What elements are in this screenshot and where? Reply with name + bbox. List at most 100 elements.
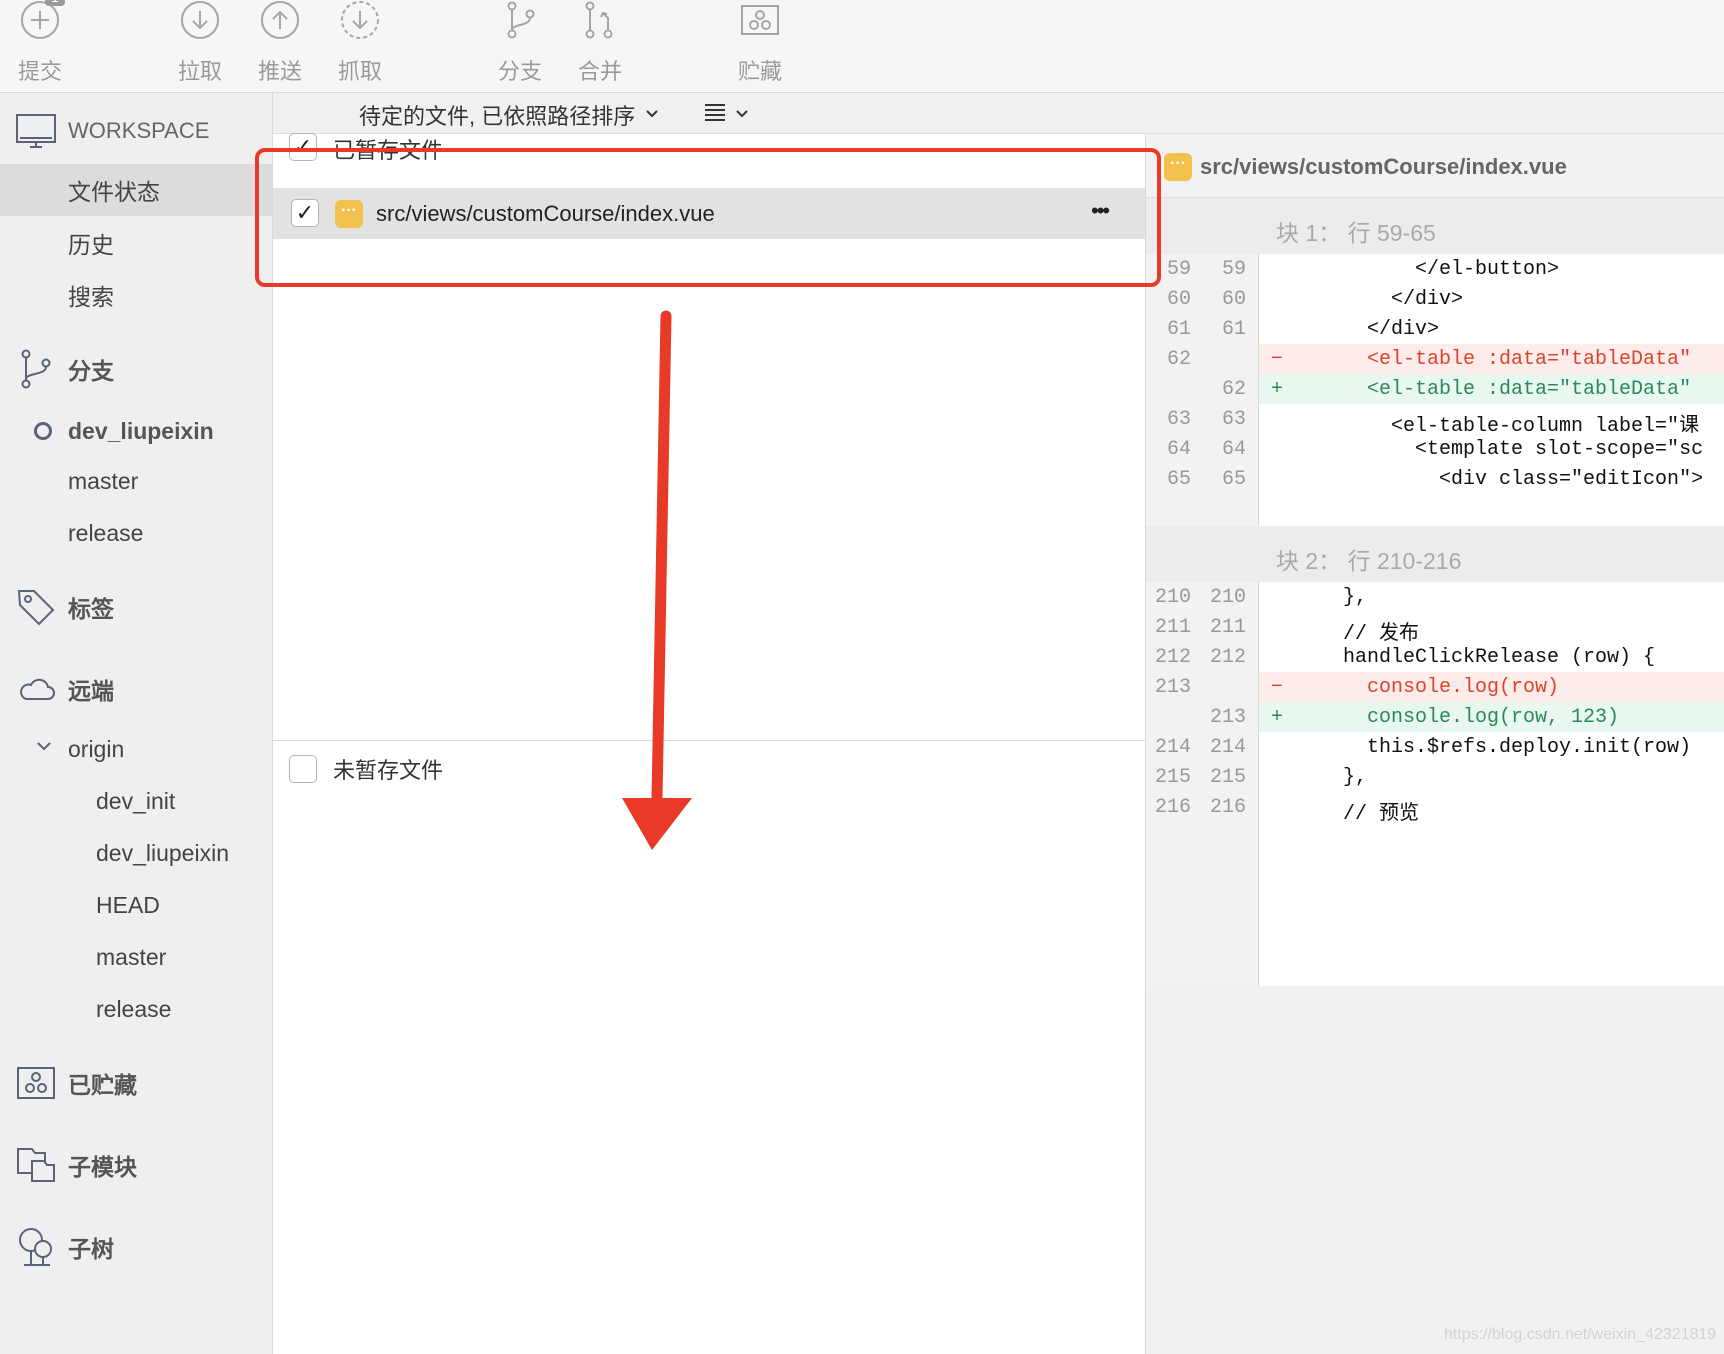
diff-code-cell: },: [1259, 582, 1724, 612]
fetch-button[interactable]: 抓取: [320, 0, 400, 86]
branch-label: 分支: [497, 59, 542, 84]
diff-line: 59 59 </el-button>: [1146, 254, 1724, 284]
diff-code-text: </el-button>: [1295, 258, 1560, 281]
hunk-spacer: [1259, 822, 1724, 986]
diff-code-text: this.$refs.deploy.init(row): [1295, 736, 1692, 759]
sidebar-item-branch-release[interactable]: release: [0, 509, 272, 557]
new-line-number: 210: [1209, 586, 1246, 609]
new-line-number: 213: [1209, 706, 1246, 729]
sidebar-item-label: master: [68, 467, 139, 494]
diff-code-cell: </el-button>: [1259, 254, 1724, 284]
diff-marker: +: [1271, 378, 1284, 401]
diff-code-text: </div>: [1295, 288, 1464, 311]
diff-line: 65 65 <div class="editIcon">: [1146, 464, 1724, 494]
push-button[interactable]: 推送: [240, 0, 320, 86]
new-line-number: 60: [1221, 288, 1246, 311]
sidebar-item-history[interactable]: 历史: [0, 219, 272, 267]
sidebar-workspace-label: WORKSPACE: [68, 118, 210, 143]
diff-code-text: },: [1295, 586, 1368, 609]
sidebar-item-file-status[interactable]: 文件状态: [0, 164, 272, 216]
unstaged-header-label: 未暂存文件: [333, 758, 444, 783]
diff-marker: −: [1271, 348, 1284, 371]
stash-button[interactable]: 贮藏: [720, 0, 800, 86]
sort-label: 待定的文件, 已依照路径排序: [359, 104, 636, 129]
unstaged-header[interactable]: 未暂存文件: [289, 754, 443, 784]
sidebar-stashes-section[interactable]: 已贮藏: [0, 1059, 272, 1107]
commit-button[interactable]: 1 提交: [0, 0, 80, 86]
sidebar-item-origin[interactable]: origin: [0, 725, 272, 773]
hunk-spacer: [1259, 494, 1724, 526]
unstaged-checkbox[interactable]: [289, 755, 317, 783]
sidebar-item-label: release: [96, 995, 172, 1022]
sidebar-item-remote-branch[interactable]: release: [0, 985, 272, 1033]
sidebar-item-label: dev_liupeixin: [96, 839, 229, 866]
diff-line: 64 64 <template slot-scope="sc: [1146, 434, 1724, 464]
diff-code-cell: </div>: [1259, 284, 1724, 314]
modified-file-icon: ···: [1164, 153, 1192, 181]
pull-button[interactable]: 拉取: [160, 0, 240, 86]
cloud-icon: [16, 669, 56, 709]
sidebar-submodules-label: 子模块: [68, 1154, 137, 1180]
submodule-icon: [16, 1145, 56, 1185]
sidebar-item-remote-branch[interactable]: master: [0, 933, 272, 981]
sidebar-branches-section[interactable]: 分支: [0, 345, 272, 393]
diff-line: 213 + console.log(row, 123): [1146, 702, 1724, 732]
sidebar-item-remote-branch[interactable]: dev_liupeixin: [0, 829, 272, 877]
sidebar-branches-label: 分支: [68, 358, 114, 384]
diff-code-cell: <el-table-column label="课: [1259, 404, 1724, 434]
chevron-down-icon: [645, 106, 659, 124]
sort-dropdown[interactable]: 待定的文件, 已依照路径排序: [359, 99, 659, 131]
diff-line: 211 211 // 发布: [1146, 612, 1724, 642]
diff-marker: +: [1271, 706, 1284, 729]
diff-line: 212 212 handleClickRelease (row) {: [1146, 642, 1724, 672]
new-line-number: 211: [1209, 616, 1246, 639]
sidebar-item-label: 搜索: [68, 284, 114, 310]
diff-code-cell: // 发布: [1259, 612, 1724, 642]
sidebar-remotes-section[interactable]: 远端: [0, 665, 272, 713]
old-line-number: 64: [1166, 438, 1191, 461]
toolbar: 1 提交 拉取 推送 抓取 分支 合并 贮藏: [0, 0, 1724, 93]
diff-code-text: </div>: [1295, 318, 1440, 341]
sidebar-item-current-branch[interactable]: dev_liupeixin: [0, 407, 272, 455]
sidebar-item-label: 文件状态: [68, 179, 160, 205]
new-line-number: 63: [1221, 408, 1246, 431]
tag-icon: [16, 587, 56, 627]
sidebar-workspace[interactable]: WORKSPACE: [0, 107, 272, 155]
diff-code-text: handleClickRelease (row) {: [1295, 646, 1656, 669]
diff-line: 214 214 this.$refs.deploy.init(row): [1146, 732, 1724, 762]
sidebar-tags-section[interactable]: 标签: [0, 583, 272, 631]
sidebar-item-remote-branch[interactable]: HEAD: [0, 881, 272, 929]
diff-code-cell: − console.log(row): [1259, 672, 1724, 702]
old-line-number: 214: [1154, 736, 1191, 759]
sidebar-item-remote-branch[interactable]: dev_init: [0, 777, 272, 825]
arrow-up-circle-icon: [260, 0, 300, 40]
branch-button[interactable]: 分支: [480, 0, 560, 86]
diff-code-cell: + console.log(row, 123): [1259, 702, 1724, 732]
sidebar-subtrees-section[interactable]: 子树: [0, 1223, 272, 1271]
sidebar-item-label: 历史: [68, 232, 114, 258]
sidebar-item-label: origin: [68, 735, 125, 762]
diff-code-cell: <template slot-scope="sc: [1259, 434, 1724, 464]
old-line-number: 61: [1166, 318, 1191, 341]
sidebar-item-branch-master[interactable]: master: [0, 457, 272, 505]
hunk-title: 块 1： 行 59-65: [1276, 220, 1436, 246]
sidebar-submodules-section[interactable]: 子模块: [0, 1141, 272, 1189]
old-line-number: 210: [1154, 586, 1191, 609]
branch-icon: [500, 0, 540, 40]
diff-line: 61 61 </div>: [1146, 314, 1724, 344]
chevron-down-icon: [36, 739, 52, 757]
old-line-number: 216: [1154, 796, 1191, 819]
watermark: https://blog.csdn.net/weixin_42321819: [1444, 1326, 1717, 1343]
annotation-highlight-box: [255, 148, 1161, 287]
branch-icon: [16, 349, 56, 389]
diff-line: 216 216 // 预览: [1146, 792, 1724, 822]
sidebar-item-label: HEAD: [96, 891, 160, 918]
sidebar-item-search[interactable]: 搜索: [0, 271, 272, 319]
merge-button[interactable]: 合并: [560, 0, 640, 86]
view-mode-dropdown[interactable]: [705, 101, 749, 128]
old-line-number: 63: [1166, 408, 1191, 431]
new-line-number: 65: [1221, 468, 1246, 491]
sidebar-subtrees-label: 子树: [68, 1236, 114, 1262]
new-line-number: 214: [1209, 736, 1246, 759]
new-line-number: 59: [1221, 258, 1246, 281]
